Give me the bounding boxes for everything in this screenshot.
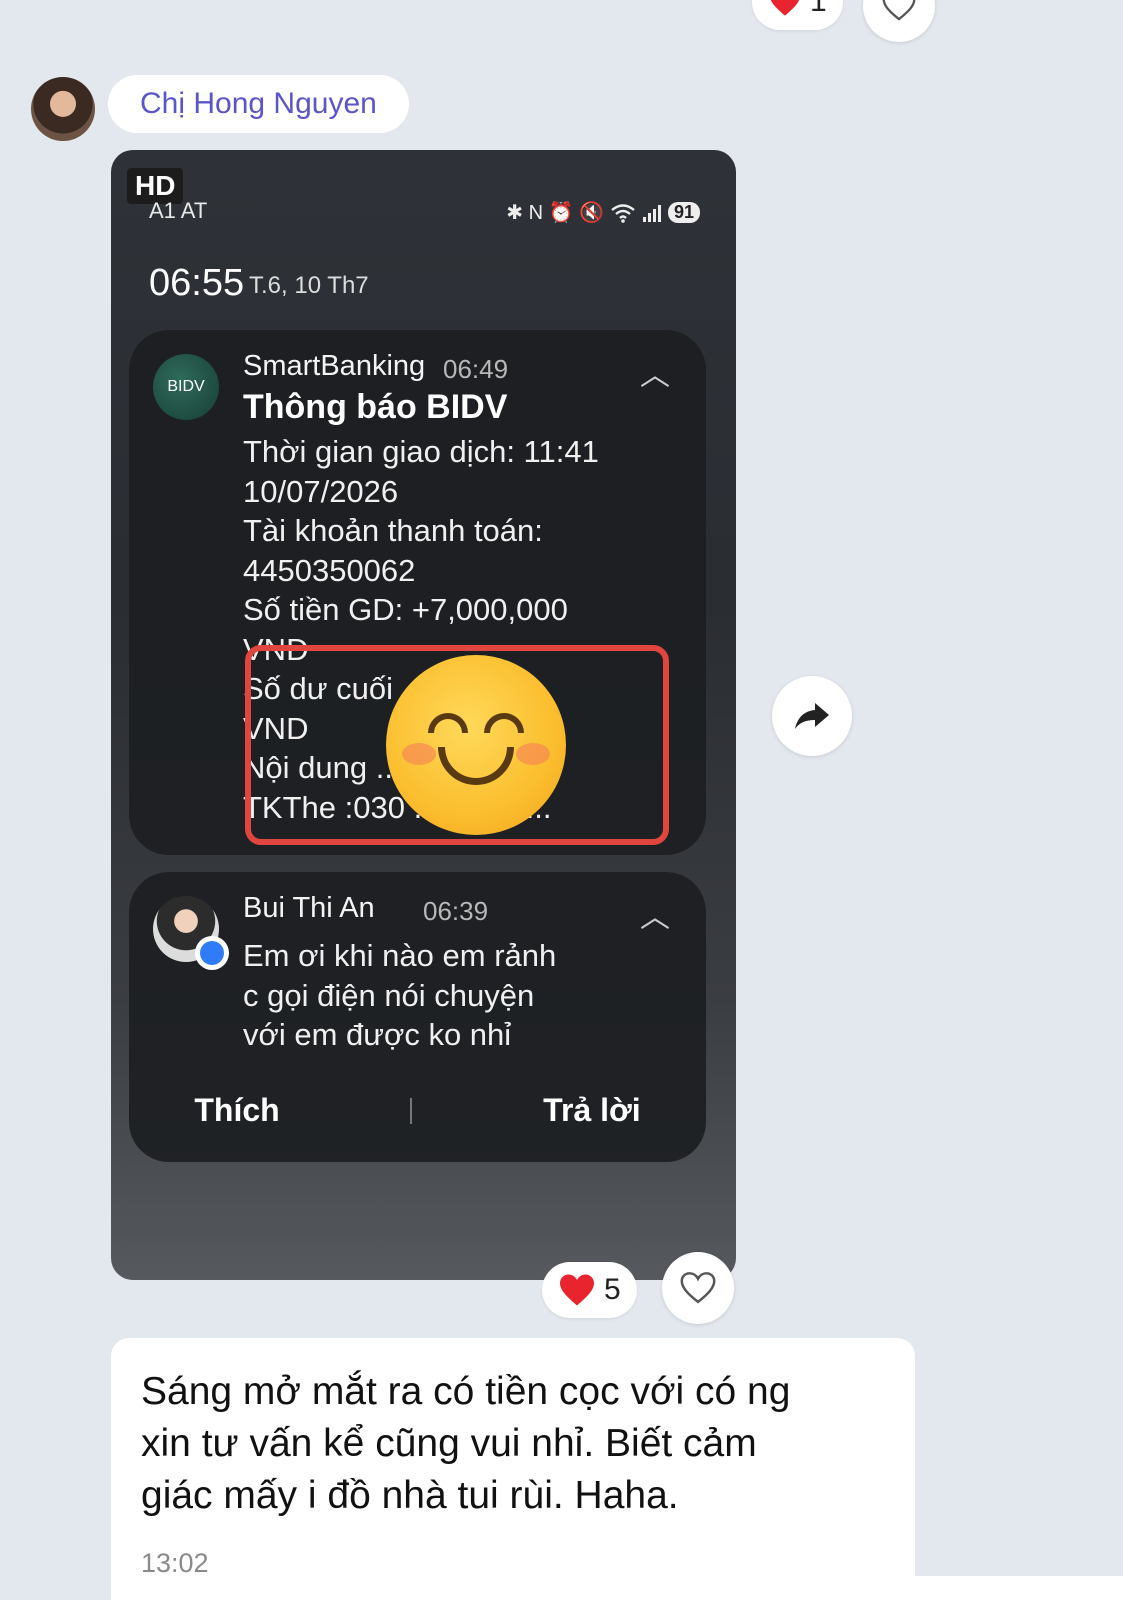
carrier-label: A1 AT	[149, 198, 208, 223]
sender-avatar[interactable]	[31, 77, 95, 141]
reaction-summary-top[interactable]: 1	[752, 0, 843, 30]
divider	[410, 1097, 413, 1124]
notification-body: Em ơi khi nào em rảnh c gọi điện nói chu…	[243, 936, 556, 1055]
reaction-count: 1	[810, 0, 827, 18]
messenger-icon	[195, 936, 229, 970]
message-line: xin tư vấn kể cũng vui nhỉ. Biết cảm	[141, 1422, 757, 1465]
reaction-summary[interactable]: 5	[542, 1262, 637, 1318]
body-line: Em ơi khi nào em rảnh	[243, 938, 557, 973]
like-action[interactable]: Thích	[194, 1092, 279, 1129]
message-bubble[interactable]: Sáng mở mắt ra có tiền cọc với có ng xin…	[111, 1338, 915, 1600]
bidv-logo-text: BIDV	[167, 378, 205, 395]
signal-icon	[642, 204, 661, 222]
lock-date: T.6, 10 Th7	[249, 272, 369, 299]
body-line: Tài khoản thanh toán:	[243, 513, 543, 548]
notification-app-name: SmartBanking	[243, 350, 426, 382]
lock-clock: 06:55	[149, 262, 245, 304]
chevron-up-icon: ︿	[640, 901, 670, 934]
heart-filled-icon	[770, 0, 800, 16]
notification-title: Thông báo BIDV	[243, 388, 508, 426]
body-line: với em được ko nhỉ	[243, 1017, 512, 1052]
heart-outline-icon	[882, 0, 916, 21]
body-line: 4450350062	[243, 552, 416, 588]
battery-level: 91	[667, 202, 700, 223]
heart-filled-icon	[560, 1274, 594, 1306]
message-text: Sáng mở mắt ra có tiền cọc với có ng xin…	[141, 1366, 885, 1522]
notification-message: Bui Thi An 06:39 ︿ Em ơi khi nào em rảnh…	[129, 872, 706, 1162]
notification-sender: Bui Thi An	[243, 892, 375, 924]
shared-photo[interactable]: HD A1 AT ✱ N ⏰ 🔇 91 06:55 T.6, 10 Th7 BI…	[111, 150, 736, 1280]
message-time: 13:02	[141, 1548, 209, 1578]
body-line: Số tiền GD: +7,000,000	[243, 592, 568, 627]
chevron-up-icon: ︿	[640, 359, 670, 392]
notification-time: 06:39	[423, 896, 489, 926]
heart-outline-icon	[680, 1272, 716, 1304]
share-button[interactable]	[772, 676, 852, 756]
message-line: Sáng mở mắt ra có tiền cọc với có ng	[141, 1370, 791, 1413]
status-glyphs: ✱ N ⏰ 🔇	[506, 202, 604, 224]
react-heart-button-top[interactable]	[863, 0, 935, 42]
bottom-strip	[915, 1576, 1123, 1600]
sender-name-label[interactable]: Chị Hong Nguyen	[108, 75, 409, 133]
body-line: 10/07/2026	[243, 473, 399, 509]
react-heart-button[interactable]	[662, 1252, 734, 1324]
body-line: c gọi điện nói chuyện	[243, 977, 535, 1013]
sender-name: Chị Hong Nguyen	[140, 87, 377, 120]
share-arrow-icon	[795, 703, 829, 729]
reaction-count: 5	[604, 1273, 621, 1306]
body-line: Thời gian giao dịch: 11:41	[243, 434, 599, 469]
smiling-face-emoji-icon	[386, 655, 566, 835]
reply-action[interactable]: Trả lời	[543, 1092, 640, 1129]
bidv-app-icon: BIDV	[153, 354, 219, 420]
message-line: giác mấy i đồ nhà tui rùi. Haha.	[141, 1474, 679, 1517]
status-icons: ✱ N ⏰ 🔇 91	[506, 200, 700, 225]
notification-time: 06:49	[443, 354, 509, 384]
wifi-icon	[611, 203, 635, 223]
notification-actions: Thích Trả lời	[129, 1092, 706, 1129]
chat-screen: 1 Chị Hong Nguyen HD A1 AT ✱ N ⏰ 🔇 91 06…	[0, 0, 1123, 1600]
